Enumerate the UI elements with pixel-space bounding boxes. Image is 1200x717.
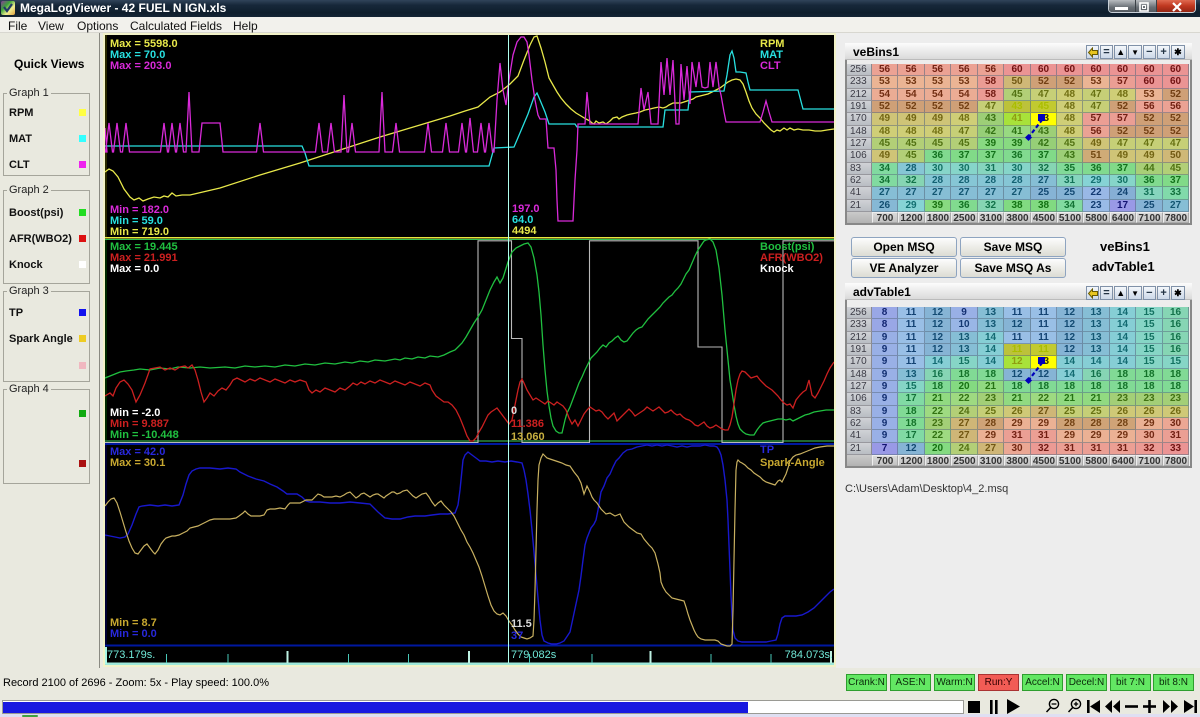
svg-text:11.386: 11.386 bbox=[511, 418, 544, 430]
svg-text:37: 37 bbox=[511, 630, 523, 642]
svg-text:773.179s.: 773.179s. bbox=[107, 649, 155, 661]
svg-text:779.082s: 779.082s bbox=[511, 649, 557, 661]
svg-text:Min = 0.0: Min = 0.0 bbox=[110, 628, 157, 640]
svg-text:Min = 719.0: Min = 719.0 bbox=[110, 226, 169, 238]
svg-text:CLT: CLT bbox=[760, 60, 781, 72]
svg-text:4494: 4494 bbox=[512, 225, 537, 237]
svg-text:Max = 203.0: Max = 203.0 bbox=[110, 60, 171, 72]
svg-text:Knock: Knock bbox=[760, 263, 795, 275]
svg-text:TP: TP bbox=[760, 444, 774, 456]
svg-text:Max = 30.1: Max = 30.1 bbox=[110, 457, 165, 469]
svg-text:11.5: 11.5 bbox=[511, 618, 532, 630]
svg-text:784.073s.: 784.073s. bbox=[785, 649, 833, 661]
svg-text:Spark-Angle: Spark-Angle bbox=[760, 457, 825, 469]
svg-text:13.060: 13.060 bbox=[511, 431, 545, 443]
svg-text:Max = 0.0: Max = 0.0 bbox=[110, 263, 159, 275]
svg-text:Min = -10.448: Min = -10.448 bbox=[110, 429, 179, 441]
svg-text:0: 0 bbox=[511, 405, 517, 417]
